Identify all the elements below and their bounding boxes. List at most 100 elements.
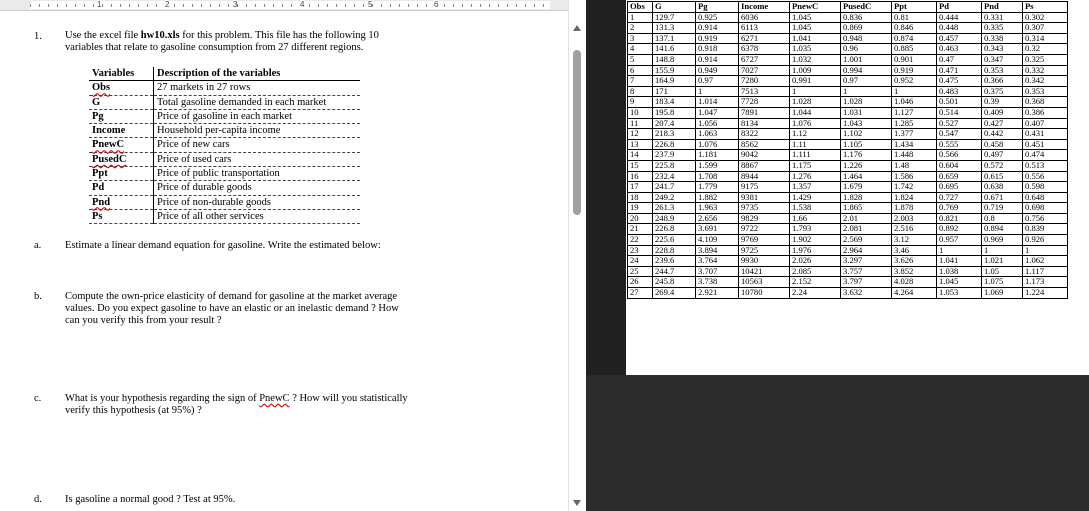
table-cell[interactable]: 0.869 <box>840 22 892 34</box>
table-cell[interactable]: 2.085 <box>789 265 841 278</box>
table-cell[interactable]: 183.4 <box>652 96 696 108</box>
table-cell[interactable]: 3.852 <box>891 265 937 278</box>
table-cell[interactable]: 6036 <box>738 11 790 24</box>
table-cell[interactable]: 0.407 <box>1022 117 1068 130</box>
table-cell[interactable]: 1.076 <box>789 117 841 130</box>
column-header[interactable]: Ps <box>1022 1 1068 13</box>
table-cell[interactable]: 24 <box>627 255 653 267</box>
table-cell[interactable]: 7280 <box>738 75 790 87</box>
table-cell[interactable]: 0.366 <box>981 75 1023 87</box>
table-cell[interactable]: 3.764 <box>695 255 739 267</box>
word-document-pane[interactable]: 1 2 3 4 5 6 1. Use the excel file hw10.x… <box>0 0 568 511</box>
table-cell[interactable]: 0.338 <box>981 32 1023 45</box>
table-cell[interactable]: 3.12 <box>891 234 937 246</box>
table-cell[interactable]: 0.756 <box>1022 212 1068 225</box>
column-header[interactable]: PusedC <box>840 1 892 13</box>
table-cell[interactable]: 5 <box>627 53 653 66</box>
table-cell[interactable]: 0.948 <box>840 32 892 45</box>
scrollbar-thumb[interactable] <box>573 50 581 215</box>
table-cell[interactable]: 245.8 <box>652 276 696 289</box>
table-cell[interactable]: 1.793 <box>789 223 841 236</box>
table-cell[interactable]: 0.926 <box>1022 234 1068 246</box>
table-cell[interactable]: 9725 <box>738 244 790 257</box>
table-cell[interactable]: 0.821 <box>936 212 982 225</box>
table-cell[interactable]: 0.969 <box>981 234 1023 246</box>
table-cell[interactable]: 0.892 <box>936 223 982 236</box>
table-cell[interactable]: 1.035 <box>789 43 841 55</box>
table-cell[interactable]: 1.102 <box>840 128 892 140</box>
table-cell[interactable]: 1 <box>789 85 841 98</box>
scroll-down-arrow-icon[interactable] <box>573 500 581 506</box>
table-cell[interactable]: 6378 <box>738 43 790 55</box>
table-cell[interactable]: 1.11 <box>789 138 841 151</box>
table-cell[interactable]: 10 <box>627 106 653 119</box>
table-cell[interactable]: 1.865 <box>840 202 892 214</box>
table-cell[interactable]: 8562 <box>738 138 790 151</box>
table-cell[interactable]: 129.7 <box>652 11 696 24</box>
table-cell[interactable]: 1.742 <box>891 181 937 193</box>
table-cell[interactable]: 0.97 <box>840 75 892 87</box>
table-cell[interactable]: 241.7 <box>652 181 696 193</box>
table-cell[interactable]: 20 <box>627 212 653 225</box>
table-cell[interactable]: 1.599 <box>695 159 739 172</box>
table-cell[interactable]: 2.569 <box>840 234 892 246</box>
table-cell[interactable]: 0.97 <box>695 75 739 87</box>
table-cell[interactable]: 0.314 <box>1022 32 1068 45</box>
table-cell[interactable]: 1.021 <box>981 255 1023 267</box>
table-cell[interactable]: 239.6 <box>652 255 696 267</box>
table-cell[interactable]: 1.173 <box>1022 276 1068 289</box>
table-cell[interactable]: 1.48 <box>891 159 937 172</box>
table-cell[interactable]: 1.047 <box>695 106 739 119</box>
table-cell[interactable]: 8944 <box>738 170 790 183</box>
table-cell[interactable]: 0.836 <box>840 11 892 24</box>
table-cell[interactable]: 1.434 <box>891 138 937 151</box>
table-cell[interactable]: 1.679 <box>840 181 892 193</box>
table-cell[interactable]: 0.615 <box>981 170 1023 183</box>
table-cell[interactable]: 0.769 <box>936 202 982 214</box>
table-cell[interactable]: 1.902 <box>789 234 841 246</box>
table-cell[interactable]: 1.045 <box>936 276 982 289</box>
table-cell[interactable]: 269.4 <box>652 287 696 299</box>
table-cell[interactable]: 1.001 <box>840 53 892 66</box>
table-cell[interactable]: 22 <box>627 234 653 246</box>
table-cell[interactable]: 0.463 <box>936 43 982 55</box>
table-cell[interactable]: 0.444 <box>936 11 982 24</box>
table-cell[interactable]: 1.041 <box>936 255 982 267</box>
table-cell[interactable]: 4.109 <box>695 234 739 246</box>
table-cell[interactable]: 1.586 <box>891 170 937 183</box>
table-cell[interactable]: 2.152 <box>789 276 841 289</box>
scroll-up-arrow-icon[interactable] <box>573 25 581 31</box>
table-cell[interactable]: 1 <box>695 85 739 98</box>
table-cell[interactable]: 164.9 <box>652 75 696 87</box>
table-cell[interactable]: 0.991 <box>789 75 841 87</box>
table-cell[interactable]: 0.513 <box>1022 159 1068 172</box>
table-cell[interactable]: 0.695 <box>936 181 982 193</box>
table-cell[interactable]: 1.069 <box>981 287 1023 299</box>
table-cell[interactable]: 3.757 <box>840 265 892 278</box>
table-cell[interactable]: 8322 <box>738 128 790 140</box>
table-cell[interactable]: 1.028 <box>840 96 892 108</box>
table-cell[interactable]: 0.368 <box>1022 96 1068 108</box>
table-cell[interactable]: 0.39 <box>981 96 1023 108</box>
table-cell[interactable]: 10421 <box>738 265 790 278</box>
table-cell[interactable]: 232.4 <box>652 170 696 183</box>
table-cell[interactable]: 1.105 <box>840 138 892 151</box>
table-cell[interactable]: 226.8 <box>652 138 696 151</box>
table-cell[interactable]: 9930 <box>738 255 790 267</box>
table-cell[interactable]: 0.598 <box>1022 181 1068 193</box>
table-cell[interactable]: 0.442 <box>981 128 1023 140</box>
table-cell[interactable]: 141.6 <box>652 43 696 55</box>
table-cell[interactable]: 2.656 <box>695 212 739 225</box>
table-cell[interactable]: 7 <box>627 75 653 87</box>
table-cell[interactable]: 9381 <box>738 191 790 204</box>
table-cell[interactable]: 14 <box>627 149 653 161</box>
table-cell[interactable]: 1.357 <box>789 181 841 193</box>
table-cell[interactable]: 6113 <box>738 22 790 34</box>
table-cell[interactable]: 1.538 <box>789 202 841 214</box>
table-cell[interactable]: 248.9 <box>652 212 696 225</box>
table-cell[interactable]: 0.514 <box>936 106 982 119</box>
table-cell[interactable]: 0.347 <box>981 53 1023 66</box>
table-cell[interactable]: 0.501 <box>936 96 982 108</box>
table-cell[interactable]: 1.038 <box>936 265 982 278</box>
table-cell[interactable]: 0.556 <box>1022 170 1068 183</box>
